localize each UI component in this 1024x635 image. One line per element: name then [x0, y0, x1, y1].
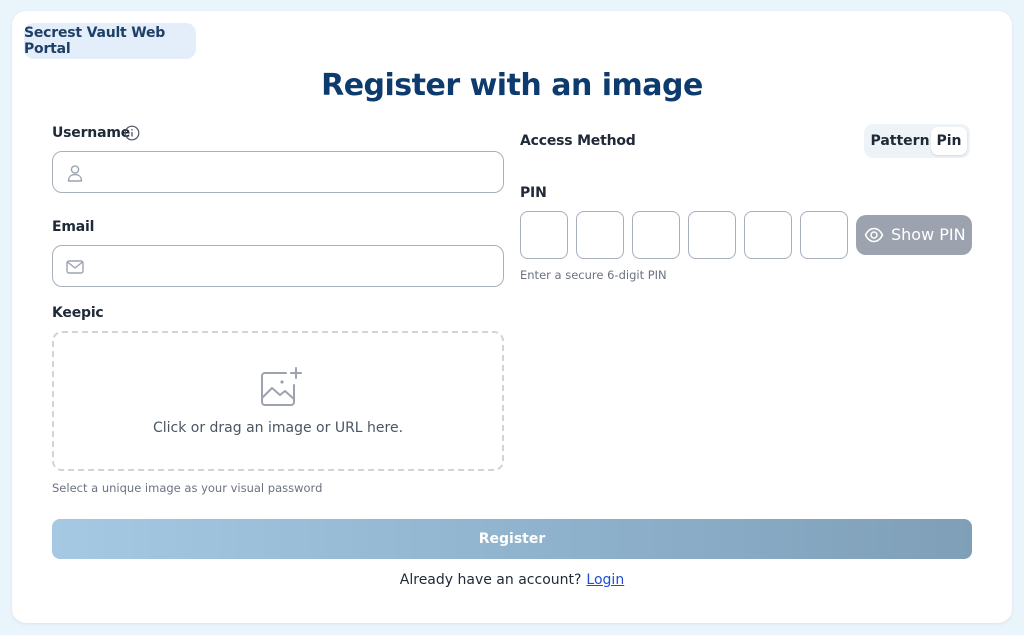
pin-label: PIN — [520, 185, 547, 201]
login-prompt-text: Already have an account? — [399, 572, 582, 588]
email-input[interactable] — [93, 246, 493, 286]
keepic-label: Keepic — [52, 305, 104, 321]
pin-digit-input[interactable] — [520, 211, 568, 259]
access-method-label: Access Method — [520, 133, 636, 149]
username-label: Username — [52, 125, 130, 141]
pin-digit-input[interactable] — [576, 211, 624, 259]
eye-icon — [864, 227, 884, 243]
toggle-option-pattern[interactable]: Pattern — [868, 127, 932, 155]
show-pin-button[interactable]: Show PIN — [856, 215, 972, 255]
pin-digit-input[interactable] — [744, 211, 792, 259]
dropzone-text: Click or drag an image or URL here. — [152, 420, 404, 436]
pin-digit-input[interactable] — [632, 211, 680, 259]
info-icon[interactable] — [124, 125, 140, 141]
email-label: Email — [52, 219, 95, 235]
email-field — [52, 245, 504, 287]
page-title: Register with an image — [321, 68, 703, 103]
username-field — [52, 151, 504, 193]
pin-digit-input[interactable] — [800, 211, 848, 259]
pin-digit-input[interactable] — [688, 211, 736, 259]
portal-badge: Secrest Vault Web Portal — [24, 23, 196, 59]
pin-hint: Enter a secure 6-digit PIN — [520, 268, 667, 282]
toggle-option-pin[interactable]: Pin — [931, 127, 967, 155]
image-plus-icon — [261, 367, 302, 406]
username-input[interactable] — [93, 152, 493, 192]
login-prompt-line: Already have an account? Login — [0, 572, 1024, 588]
image-dropzone[interactable]: Click or drag an image or URL here. — [52, 331, 504, 471]
user-icon — [67, 165, 83, 182]
keepic-hint: Select a unique image as your visual pas… — [52, 481, 323, 495]
show-pin-label: Show PIN — [891, 225, 966, 244]
register-button[interactable]: Register — [52, 519, 972, 559]
access-method-toggle: Pattern Pin — [864, 124, 970, 158]
login-link[interactable]: Login — [586, 572, 624, 588]
mail-icon — [66, 260, 84, 274]
